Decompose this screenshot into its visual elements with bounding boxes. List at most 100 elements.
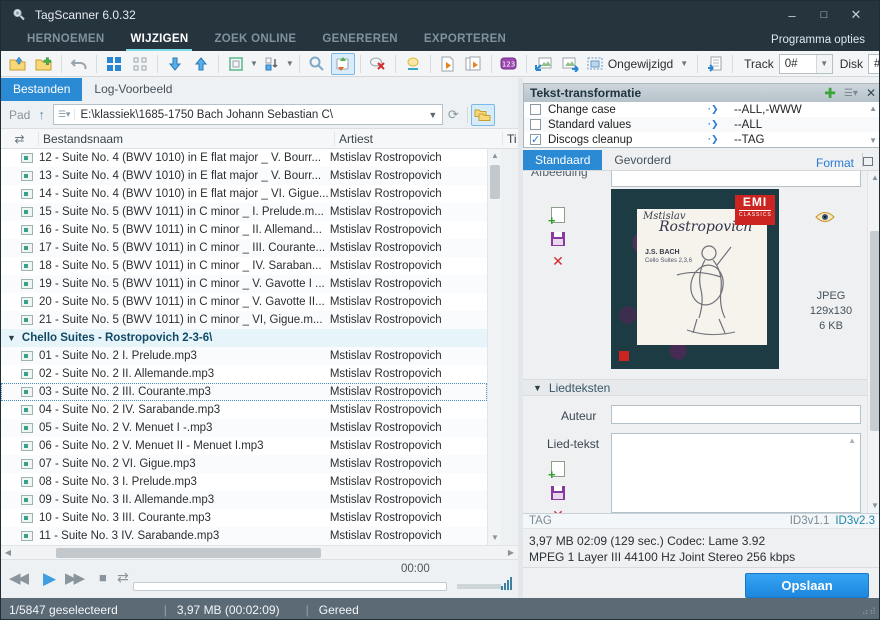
menu-zoek-online[interactable]: ZOEK ONLINE xyxy=(214,33,296,47)
scroll-left-arrow[interactable]: ◀ xyxy=(1,546,15,560)
file-row[interactable]: 19 - Suite No. 5 (BWV 1011) in C minor _… xyxy=(1,275,487,293)
repeat-button[interactable]: ⇄ xyxy=(117,569,129,586)
transform-checkbox[interactable] xyxy=(530,119,541,130)
clear-filter-button[interactable] xyxy=(366,53,390,75)
shuffle-icon[interactable]: ⇄ xyxy=(1,132,39,146)
file-row[interactable]: 07 - Suite No. 2 VI. Gigue.mp3Mstislav R… xyxy=(1,455,487,473)
tab-standaard[interactable]: Standaard xyxy=(523,150,602,170)
folder-up-icon[interactable]: ↑ xyxy=(38,107,45,122)
filter-toggle-button[interactable] xyxy=(331,53,355,75)
file-row[interactable]: 01 - Suite No. 2 I. Prelude.mp3Mstislav … xyxy=(1,347,487,365)
file-row[interactable]: 04 - Suite No. 2 IV. Sarabande.mp3Mstisl… xyxy=(1,401,487,419)
view-grid-button[interactable] xyxy=(102,53,126,75)
search-button[interactable] xyxy=(305,53,329,75)
file-row[interactable]: 06 - Suite No. 2 V. Menuet II - Menuet I… xyxy=(1,437,487,455)
play-list-button[interactable] xyxy=(462,53,486,75)
add-lyrics-icon[interactable] xyxy=(551,461,565,477)
maximize-button[interactable]: □ xyxy=(815,9,833,21)
file-row-selected[interactable]: 03 - Suite No. 2 III. Courante.mp3Mstisl… xyxy=(1,383,487,401)
lyrics-section-header[interactable]: ▼ Liedteksten xyxy=(523,379,867,396)
file-row[interactable]: 20 - Suite No. 5 (BWV 1011) in C minor _… xyxy=(1,293,487,311)
hscroll-thumb[interactable] xyxy=(56,548,321,558)
resize-grip[interactable]: ⣠⣴ xyxy=(862,604,877,615)
column-titel-clipped[interactable]: Ti xyxy=(503,132,517,146)
play-file-button[interactable] xyxy=(436,53,460,75)
menu-genereren[interactable]: GENEREREN xyxy=(322,33,398,47)
file-row[interactable]: 13 - Suite No. 4 (BWV 1010) in E flat ma… xyxy=(1,167,487,185)
close-button[interactable]: ✕ xyxy=(847,7,865,23)
rewind-button[interactable]: ◀◀ xyxy=(9,569,26,587)
select-mode-button[interactable] xyxy=(224,53,248,75)
scroll-thumb[interactable] xyxy=(490,165,500,199)
image-description-input[interactable] xyxy=(611,171,861,187)
folder-tree-button[interactable] xyxy=(471,104,495,126)
id3v2-badge[interactable]: ID3v2.3 xyxy=(835,515,875,527)
view-image-icon[interactable] xyxy=(815,211,835,223)
transform-row[interactable]: Discogs cleanup·❯--TAG xyxy=(524,132,880,147)
delete-image-icon[interactable]: ✕ xyxy=(552,255,564,267)
file-row[interactable]: 12 - Suite No. 4 (BWV 1010) in E flat ma… xyxy=(1,149,487,167)
player-progress-bar[interactable] xyxy=(133,582,447,591)
expand-icon[interactable] xyxy=(863,157,873,166)
column-artiest[interactable]: Artiest xyxy=(335,132,503,146)
file-row[interactable]: 14 - Suite No. 4 (BWV 1010) in E flat ma… xyxy=(1,185,487,203)
scroll-down-arrow[interactable]: ▼ xyxy=(488,531,502,545)
tab-bestanden[interactable]: Bestanden xyxy=(1,78,82,101)
open-folder-button[interactable] xyxy=(6,53,30,75)
highlight-button[interactable] xyxy=(401,53,425,75)
file-row[interactable]: 11 - Suite No. 3 IV. Sarabande.mp3Mstisl… xyxy=(1,527,487,545)
path-dropdown-caret[interactable]: ▼ xyxy=(424,110,442,120)
lied-tekst-textarea[interactable]: ▲ xyxy=(611,433,861,513)
group-row[interactable]: ▼Chello Suites - Rostropovich 2-3-6\ xyxy=(1,329,487,347)
tab-log-voorbeeld[interactable]: Log-Voorbeeld xyxy=(82,78,184,101)
file-row[interactable]: 17 - Suite No. 5 (BWV 1011) in C minor _… xyxy=(1,239,487,257)
programma-opties-link[interactable]: Programma opties xyxy=(771,34,865,46)
minimize-button[interactable]: – xyxy=(783,8,801,23)
save-image-icon[interactable] xyxy=(551,232,565,246)
renumber-button[interactable]: 123 xyxy=(497,53,521,75)
collapse-group-icon[interactable]: ▼ xyxy=(7,333,16,343)
editor-scrollbar[interactable]: ▲ ▼ xyxy=(867,171,880,513)
save-button[interactable]: Opslaan xyxy=(745,573,869,598)
transform-menu-icon[interactable]: ☰▾ xyxy=(844,88,858,99)
file-row[interactable]: 02 - Suite No. 2 II. Allemande.mp3Mstisl… xyxy=(1,365,487,383)
menu-exporteren[interactable]: EXPORTEREN xyxy=(424,33,506,47)
transform-checkbox[interactable] xyxy=(530,134,541,145)
select-mode-caret[interactable]: ▼ xyxy=(250,59,258,68)
view-list-button[interactable] xyxy=(128,53,152,75)
transform-scroll-down[interactable]: ▼ xyxy=(869,136,877,145)
refresh-icon[interactable]: ⟳ xyxy=(448,107,459,123)
save-lyrics-icon[interactable] xyxy=(551,486,565,500)
file-list-horizontal-scrollbar[interactable]: ◀ ▶ xyxy=(1,545,518,559)
collapse-section-icon[interactable]: ▼ xyxy=(533,383,542,393)
scroll-right-arrow[interactable]: ▶ xyxy=(504,546,518,560)
menu-wijzigen[interactable]: WIJZIGEN xyxy=(130,33,188,47)
image-mode-dropdown[interactable]: Ongewijzigd ▼ xyxy=(583,53,693,75)
volume-slider[interactable] xyxy=(457,584,501,589)
format-link[interactable]: Format xyxy=(816,156,862,170)
disk-combo[interactable]: # ▼ xyxy=(868,54,880,74)
import-image-button[interactable] xyxy=(532,53,556,75)
transform-row[interactable]: Change case·❯--ALL,-WWW xyxy=(524,102,880,117)
export-playlist-button[interactable] xyxy=(703,53,727,75)
move-down-button[interactable] xyxy=(163,53,187,75)
transform-close-icon[interactable]: ✕ xyxy=(866,86,876,100)
add-image-icon[interactable] xyxy=(551,207,565,223)
path-combobox[interactable]: ☰▾ E:\klassiek\1685-1750 Bach Johann Seb… xyxy=(53,104,443,125)
editor-scroll-thumb[interactable] xyxy=(870,231,880,431)
column-bestandsnaam[interactable]: Bestandsnaam xyxy=(39,132,335,146)
move-up-button[interactable] xyxy=(189,53,213,75)
sort-button[interactable] xyxy=(260,53,284,75)
path-history-icon[interactable]: ☰▾ xyxy=(54,109,76,120)
file-row[interactable]: 18 - Suite No. 5 (BWV 1011) in C minor _… xyxy=(1,257,487,275)
transform-checkbox[interactable] xyxy=(530,104,541,115)
file-row[interactable]: 15 - Suite No. 5 (BWV 1011) in C minor _… xyxy=(1,203,487,221)
file-row[interactable]: 16 - Suite No. 5 (BWV 1011) in C minor _… xyxy=(1,221,487,239)
export-image-button[interactable] xyxy=(558,53,582,75)
album-art[interactable]: Mstislav Rostropovich J.S. BACH Cello Su… xyxy=(611,189,779,369)
scroll-up-arrow[interactable]: ▲ xyxy=(488,149,502,163)
auteur-input[interactable] xyxy=(611,405,861,424)
file-row[interactable]: 05 - Suite No. 2 V. Menuet I -.mp3Mstisl… xyxy=(1,419,487,437)
transform-row[interactable]: Standard values·❯--ALL xyxy=(524,117,880,132)
editor-scroll-down[interactable]: ▼ xyxy=(868,499,880,513)
